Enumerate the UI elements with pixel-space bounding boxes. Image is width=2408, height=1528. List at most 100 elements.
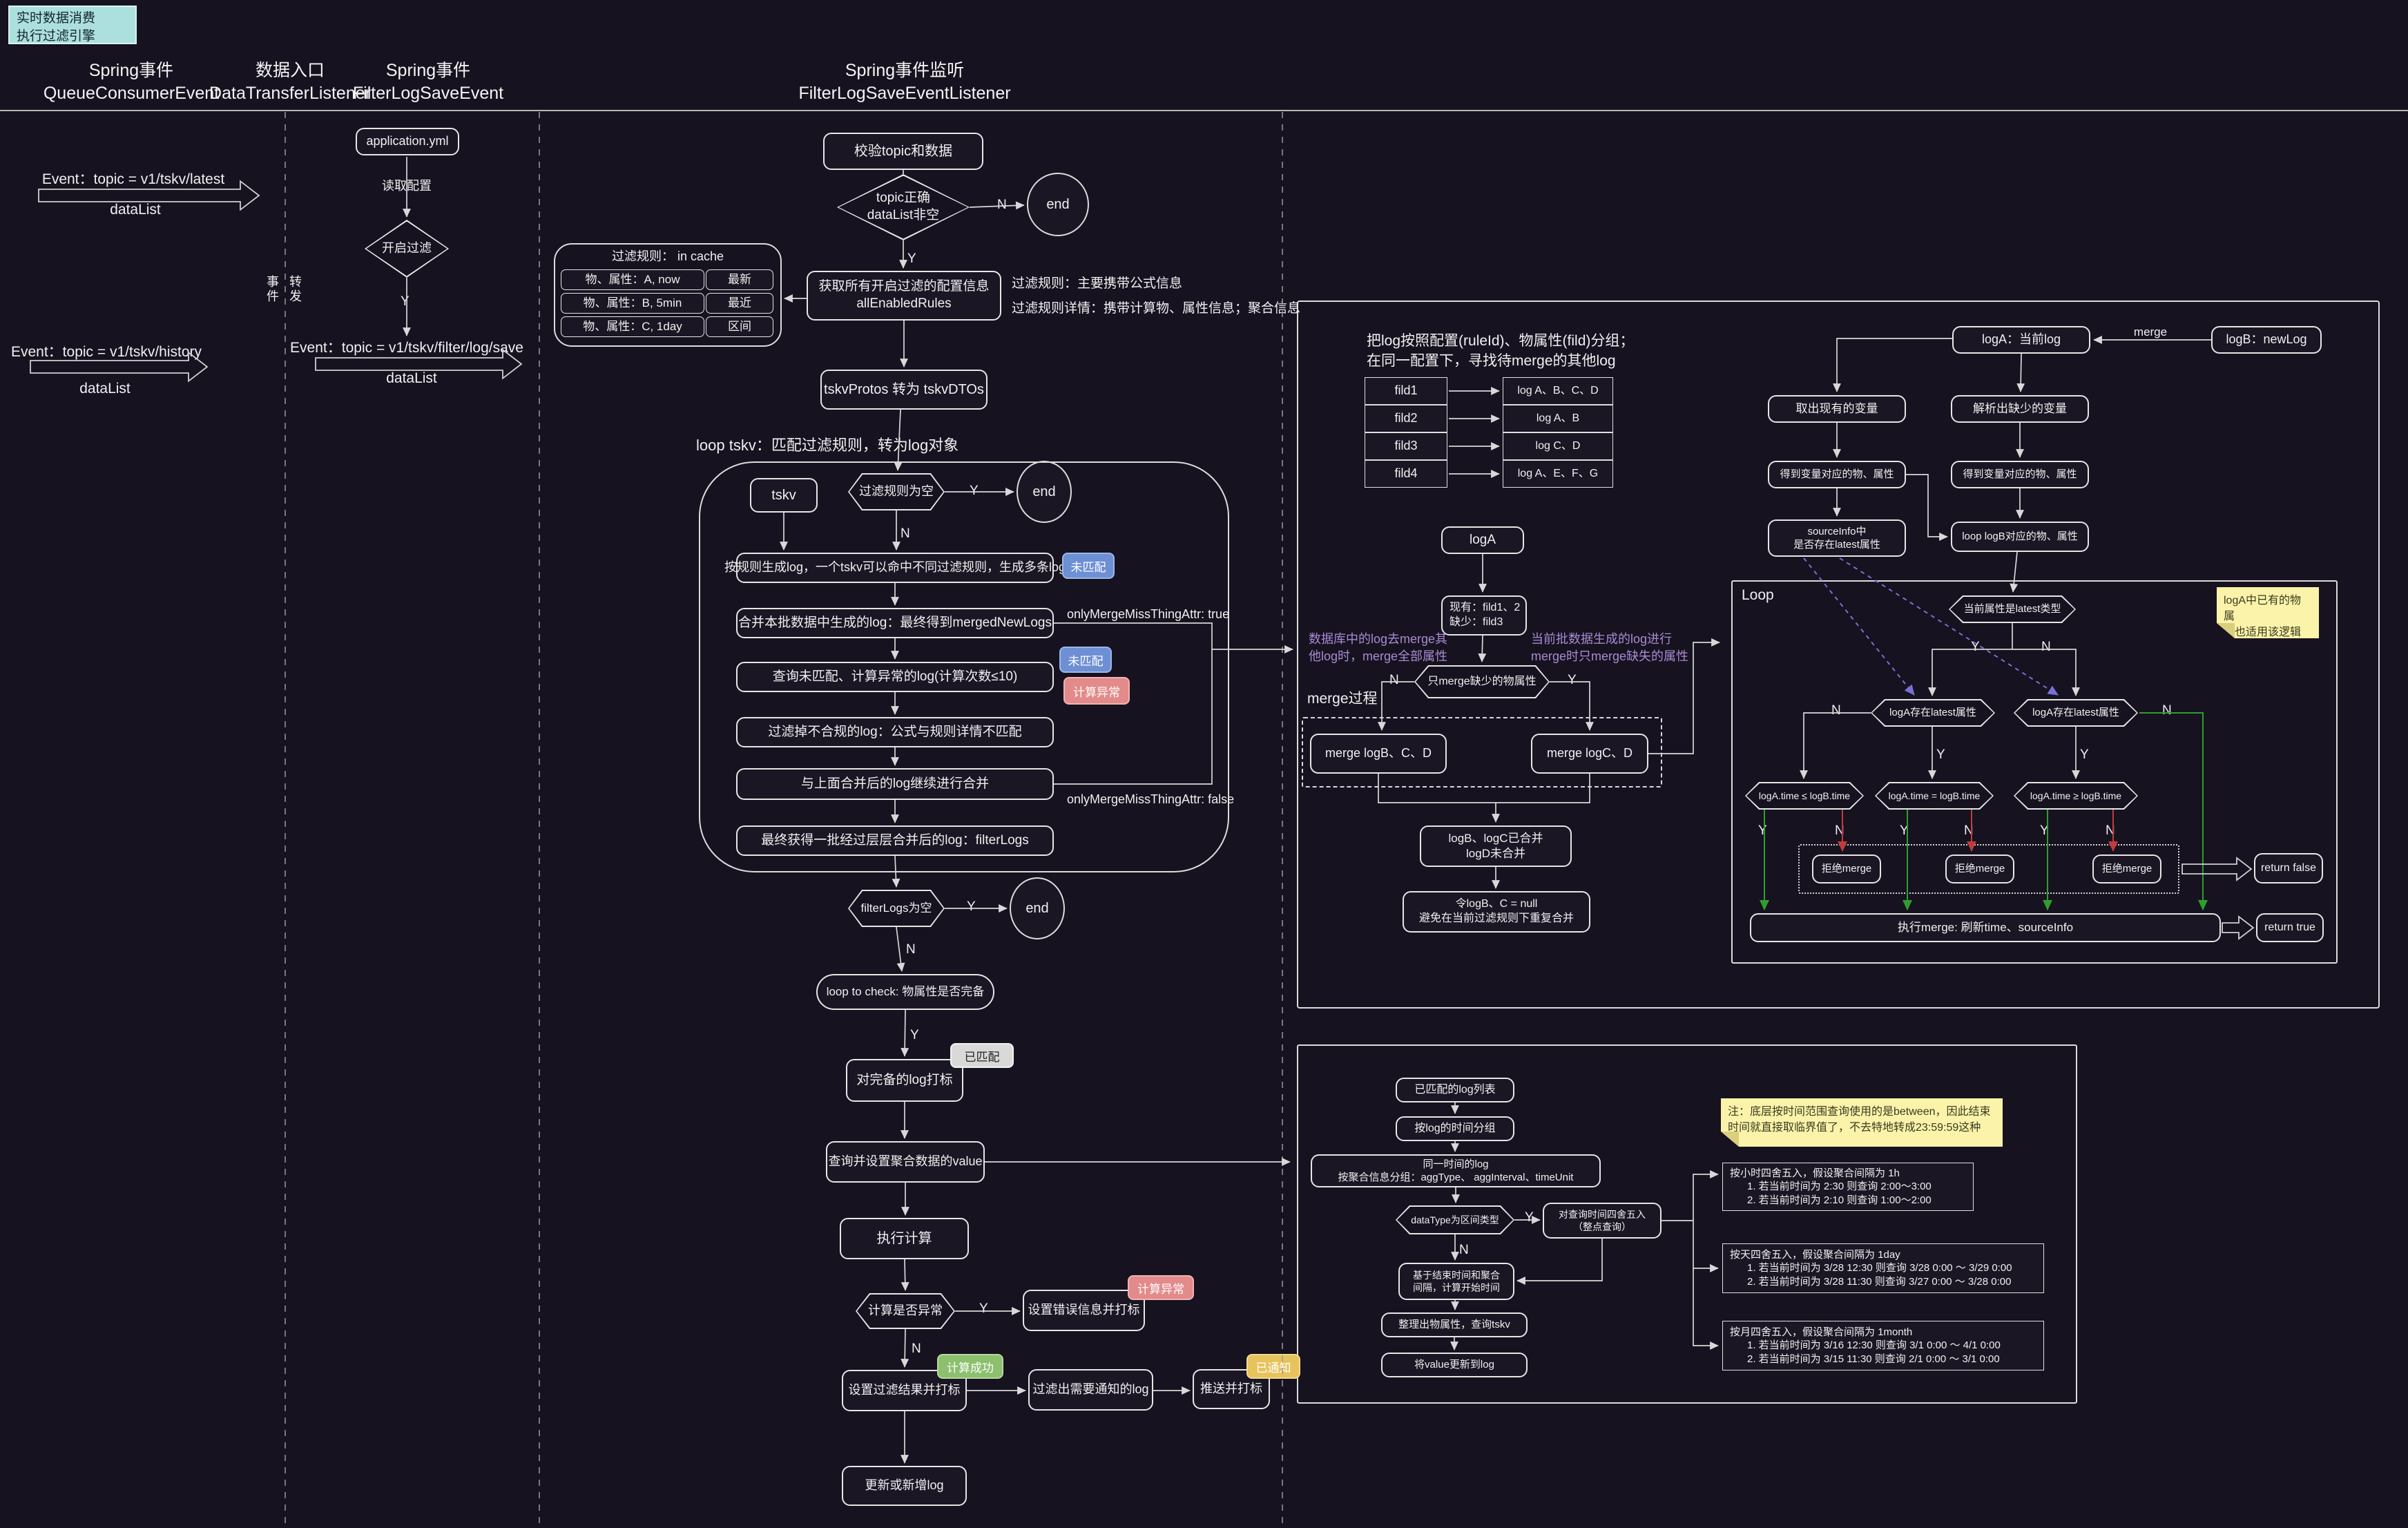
group-by-time-label: 按log的时间分组 (1397, 1118, 1513, 1140)
gen-logs-by-rule: 按规则生成log，一个tskv可以命中不同过滤规则，生成多条log (736, 553, 1054, 583)
calc-start-time-label: 基于结束时间和聚合间隔，计算开始时间 (1400, 1264, 1513, 1299)
badge-unmatched-2: 未匹配 (1059, 647, 1112, 673)
app-yml-label: application.yml (357, 129, 458, 154)
loga-current: logA：当前log (1952, 326, 2090, 354)
edge-label-Y: Y (2080, 746, 2089, 763)
lbl-rule-detail: 过滤规则详情：携带计算物、属性信息；聚合信息 (1012, 300, 1300, 317)
time-ge-hex: logA.time ≥ logB.time (2014, 782, 2138, 810)
final-filter-logs-label: 最终获得一批经过层层合并后的log：filterLogs (738, 827, 1052, 854)
topic-valid-diamond: topic正确dataList非空 (837, 174, 970, 240)
fild-2: fild2 (1365, 405, 1447, 432)
set-agg-value-label: 查询并设置聚合数据的value (827, 1143, 983, 1181)
end-1-label: end (1028, 174, 1088, 235)
have-missing-label: 现有：fild1、2缺少：fild3 (1443, 597, 1525, 634)
lane-header-data-transfer: 数据入口 DataTransferListener (209, 59, 371, 104)
take-existing-vars-label: 取出现有的变量 (1769, 397, 1905, 421)
update-insert-log-label: 更新或新增log (843, 1467, 965, 1505)
time-ge-hex-fill (2015, 783, 2137, 808)
logb-newlog: logB：newLog (2211, 326, 2322, 354)
tskv-protos-label: tskvProtos 转为 tskvDTOs (822, 371, 986, 408)
merge-with-above: 与上面合并后的log继续进行合并 (736, 768, 1054, 800)
lbl-onlymerge-false: onlyMergeMissThingAttr: false (1067, 792, 1234, 808)
update-value-log: 将value更新到log (1381, 1353, 1528, 1377)
time-le-hex-fill (1746, 783, 1862, 808)
mark-complete-log: 对完备的log打标 (846, 1059, 963, 1102)
get-attrs-left-label: 得到变量对应的物、属性 (1769, 462, 1905, 487)
filter-notify-log-label: 过滤出需要通知的log (1030, 1371, 1152, 1409)
get-enabled-rules-label: 获取所有开启过滤的配置信息allEnabledRules (808, 272, 1000, 319)
reject-merge-2-label: 拒绝merge (1947, 856, 2013, 882)
cache-row2-tag-label: 最近 (706, 294, 773, 313)
merge-batch-logs-label: 合并本批数据中生成的log：最终得到mergedNewLogs (738, 609, 1052, 637)
datatype-range-hex-fill (1397, 1207, 1513, 1233)
loga-has-latest-r-fill (2015, 700, 2137, 725)
merge-logb-c-d: merge logB、C、D (1310, 734, 1447, 774)
lbl-datalist-3: dataList (386, 369, 437, 388)
get-enabled-rules: 获取所有开启过滤的配置信息allEnabledRules (807, 271, 1001, 321)
loop-logb-attrs-label: loop logB对应的物、属性 (1952, 523, 2088, 551)
lane-header-line2: FilterLogSaveEventListener (798, 82, 1010, 105)
lbl-loop: Loop (1742, 586, 1774, 605)
badge-matched: 已匹配 (950, 1043, 1014, 1068)
lbl-merge-process: merge过程 (1307, 689, 1378, 709)
lbl-datalist-2: dataList (79, 379, 131, 399)
lbl-group-rule-2: 在同一配置下，寻找待merge的其他log (1367, 352, 1616, 371)
set-error-mark-label: 设置错误信息并打标 (1024, 1291, 1144, 1330)
matched-log-list: 已匹配的log列表 (1396, 1078, 1514, 1102)
calc-error-hex-fill (857, 1295, 954, 1328)
filter-notify-log: 过滤出需要通知的log (1028, 1369, 1153, 1411)
lbl-event-save: Event：topic = v1/tskv/filter/log/save (290, 338, 523, 358)
cache-row2-attr-label: 物、属性：B, 5min (561, 294, 704, 313)
lane-vertical-label-1: 转发 (288, 275, 303, 303)
only-merge-missing-hex-fill (1416, 667, 1548, 697)
merged-state: logB、logC已合并logD未合并 (1420, 825, 1572, 867)
edge-label-Y: Y (1936, 746, 1945, 763)
cache-row1-attr-label: 物、属性：A, now (561, 270, 704, 289)
loga-current-label: logA：当前log (1954, 327, 2089, 352)
set-agg-value: 查询并设置聚合数据的value (826, 1141, 985, 1183)
final-filter-logs: 最终获得一批经过层层合并后的log：filterLogs (736, 825, 1054, 856)
filter-invalid-label: 过滤掉不合规的log：公式与规则详情不匹配 (738, 718, 1052, 746)
tskv-box: tskv (750, 478, 818, 513)
parse-missing-vars: 解析出缺少的变量 (1951, 395, 2089, 423)
set-null-note-label: 令logB、C = null避免在当前过滤规则下重复合并 (1404, 892, 1589, 931)
fild-2-label: fild2 (1365, 405, 1447, 432)
fild-4: fild4 (1365, 460, 1447, 488)
sourceinfo-latest-label: sourceInfo中是否存在latest属性 (1769, 521, 1905, 555)
end-2: end (1017, 461, 1072, 523)
fild1-logs-label: log A、B、C、D (1503, 378, 1612, 404)
lbl-purple-db-1: 数据库中的log去merge其 (1309, 631, 1447, 648)
return-true: return true (2256, 913, 2324, 942)
lbl-datalist-1: dataList (110, 200, 161, 220)
datatype-range-hex: dataType为区间类型 (1396, 1205, 1514, 1234)
return-false-label: return false (2255, 854, 2322, 882)
loga-small-label: logA (1443, 528, 1523, 553)
fild-4-label: fild4 (1365, 461, 1447, 487)
time-eq-hex: logA.time = logB.time (1875, 782, 1994, 810)
validate-topic-label: 校验topic和数据 (825, 134, 982, 169)
update-value-log-label: 将value更新到log (1383, 1354, 1526, 1376)
loop-logb-attrs: loop logB对应的物、属性 (1951, 522, 2089, 552)
fild4-logs-label: log A、E、F、G (1503, 461, 1612, 487)
fild3-logs-label: log C、D (1503, 433, 1612, 459)
lbl-onlymerge-true: onlyMergeMissThingAttr: true (1067, 607, 1229, 623)
lane-header-line1: 数据入口 (209, 59, 371, 82)
loga-small: logA (1441, 526, 1524, 554)
end-3: end (1010, 877, 1065, 939)
edge-label-Y: Y (1758, 822, 1767, 839)
group-by-agg: 同一时间的log按聚合信息分组：aggType、 aggInterval、tim… (1311, 1154, 1601, 1187)
loop-check-complete: loop to check: 物属性是否完备 (816, 974, 994, 1010)
end-3-label: end (1011, 879, 1063, 938)
tskv-protos: tskvProtos 转为 tskvDTOs (820, 370, 988, 410)
rules-empty-hex-fill (849, 475, 943, 509)
edge-label-N: N (906, 941, 916, 958)
have-missing: 现有：fild1、2缺少：fild3 (1441, 595, 1527, 636)
edge-18 (896, 927, 902, 971)
fild2-logs: log A、B (1503, 405, 1613, 432)
fild-3-label: fild3 (1365, 433, 1447, 459)
lbl-rule-formula: 过滤规则：主要携带公式信息 (1012, 275, 1182, 292)
lane-header-line2: DataTransferListener (209, 82, 371, 105)
app-yml: application.yml (356, 128, 459, 155)
lbl-rules-cache-title: 过滤规则： in cache (612, 249, 724, 265)
time-le-hex: logA.time ≤ logB.time (1745, 782, 1864, 810)
